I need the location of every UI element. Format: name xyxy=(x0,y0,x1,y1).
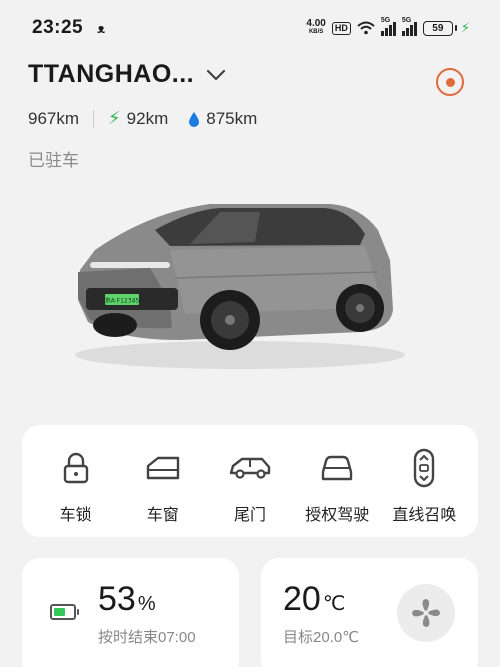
hd-voice-icon: HD xyxy=(331,21,351,35)
vehicle-image[interactable]: 京A·F12345 xyxy=(60,190,420,380)
battery-percent-value: 53 xyxy=(98,580,136,618)
control-straight-summon-label: 直线召唤 xyxy=(392,507,457,524)
battery-level: 59 xyxy=(422,20,453,36)
network-speed-unit: KB/S xyxy=(308,29,324,35)
cellular-signal-1-icon: 5G xyxy=(380,17,396,36)
battery-percent-unit: % xyxy=(137,593,156,615)
control-lock-label: 车锁 xyxy=(59,507,92,524)
straight-summon-icon xyxy=(414,448,435,488)
wifi-icon xyxy=(357,21,375,35)
control-window-label: 车窗 xyxy=(146,507,179,524)
cabin-temperature: 20 ℃ xyxy=(283,580,345,619)
cabin-temperature-value: 20 xyxy=(283,580,321,618)
control-authorized-driving-button[interactable]: 授权驾驶 xyxy=(294,447,381,537)
status-indicators: 4.00 KB/S HD 5G 5G 59 ⚡ xyxy=(306,17,470,36)
network-speed-value: 4.00 xyxy=(306,18,326,29)
total-range: 967km xyxy=(28,108,80,128)
parking-status: 已驻车 xyxy=(28,151,79,170)
cellular-signal-2-icon: 5G xyxy=(401,17,417,36)
control-lock-button[interactable]: 车锁 xyxy=(32,447,119,537)
control-authorized-driving-label: 授权驾驶 xyxy=(305,507,370,524)
battery-percent: 53% xyxy=(98,580,156,619)
locate-vehicle-button[interactable] xyxy=(436,68,464,96)
network-speed: 4.00 KB/S xyxy=(306,18,326,36)
fan-icon xyxy=(412,599,440,627)
fuel-drop-icon xyxy=(189,111,200,127)
quick-controls-card: 车锁 车窗 尾门 授权驾驶 直线召唤 xyxy=(22,425,478,537)
battery-icon xyxy=(50,604,79,620)
control-tailgate-button[interactable]: 尾门 xyxy=(206,447,293,537)
electric-range-icon: ⚡ xyxy=(108,108,121,128)
divider xyxy=(93,109,95,128)
control-window-button[interactable]: 车窗 xyxy=(119,447,206,537)
battery-card[interactable]: 53% 按时结束07:00 xyxy=(22,558,239,667)
license-plate-text: 京A·F12345 xyxy=(105,297,140,305)
authorized-driving-icon xyxy=(322,455,353,481)
target-temperature: 目标20.0℃ xyxy=(283,629,360,646)
control-tailgate-label: 尾门 xyxy=(234,507,267,524)
charge-schedule: 按时结束07:00 xyxy=(98,629,196,646)
control-straight-summon-button[interactable]: 直线召唤 xyxy=(381,447,468,537)
battery-indicator: 59 ⚡ xyxy=(422,20,470,36)
target-icon xyxy=(445,77,455,87)
charging-icon: ⚡ xyxy=(460,20,470,35)
fan-button[interactable] xyxy=(397,584,455,642)
fuel-range: 875km xyxy=(206,108,258,128)
cabin-temperature-unit: ℃ xyxy=(322,593,346,615)
clock: 23:25 xyxy=(32,17,84,38)
window-icon xyxy=(146,456,179,480)
chevron-down-icon xyxy=(207,69,226,80)
vehicle-selector[interactable]: TTANGHAO... xyxy=(28,60,226,89)
vehicle-name: TTANGHAO... xyxy=(28,60,195,88)
climate-card[interactable]: 20 ℃ 目标20.0℃ xyxy=(261,558,478,667)
lock-icon xyxy=(63,452,88,484)
range-info: 967km ⚡ 92km 875km xyxy=(28,108,257,129)
status-bar: 23:25 ᴥ 4.00 KB/S HD 5G 5G 59 ⚡ xyxy=(0,0,500,56)
signal-1-tag: 5G xyxy=(380,17,391,24)
electric-range: 92km xyxy=(126,108,169,128)
signal-2-tag: 5G xyxy=(401,17,412,24)
notification-icon: ᴥ xyxy=(97,20,106,36)
tailgate-icon xyxy=(229,457,271,479)
